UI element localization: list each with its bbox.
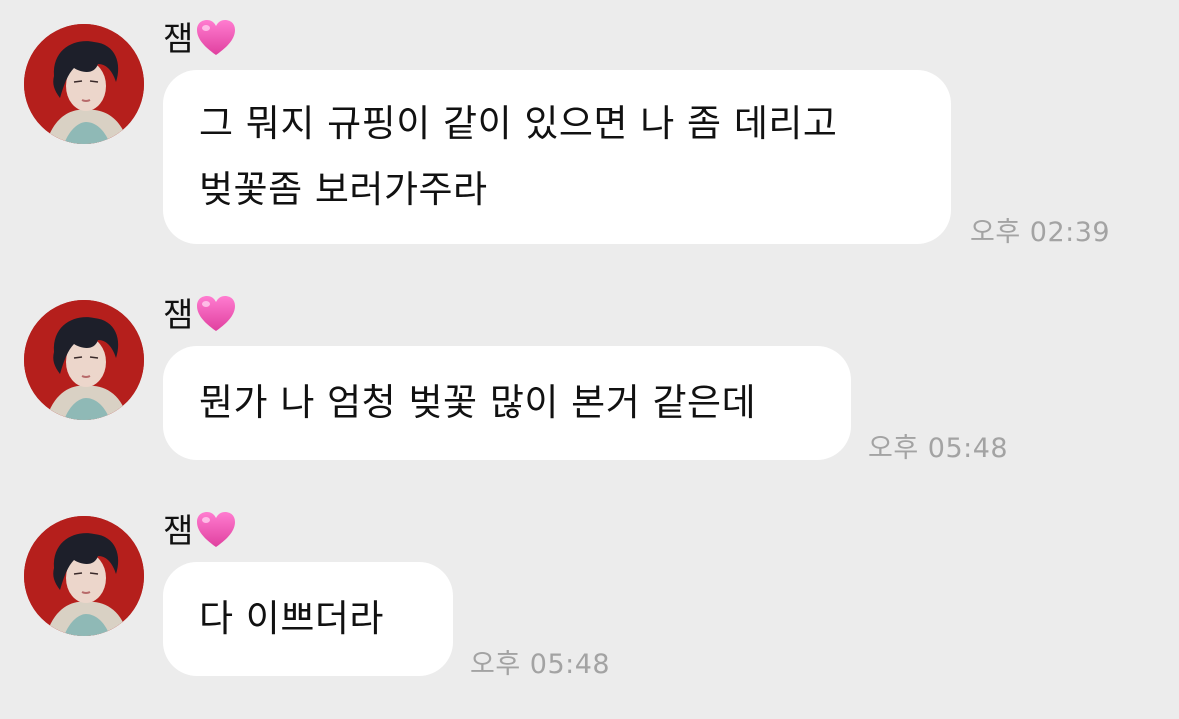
sender-avatar[interactable] [24,24,144,144]
sender-name: 잼 [163,18,194,58]
pink-heart-icon [195,18,237,58]
sender-name: 잼 [163,294,194,334]
message-bubble[interactable]: 뭔가 나 엄청 벚꽃 많이 본거 같은데 [163,346,851,460]
avatar-image [24,516,144,636]
message-line: 뭔가 나 엄청 벚꽃 많이 본거 같은데 [199,381,757,424]
sender-avatar[interactable] [24,300,144,420]
avatar-image [24,24,144,144]
message-line: 그 뭐지 규핑이 같이 있으면 나 좀 데리고 [199,102,838,145]
message-line: 벚꽃좀 보러가주라 [199,168,488,211]
message-bubble[interactable]: 다 이쁘더라 [163,562,453,676]
pink-heart-icon [195,510,237,550]
sender-name: 잼 [163,510,194,550]
pink-heart-icon [195,294,237,334]
message-text: 그 뭐지 규핑이 같이 있으면 나 좀 데리고 벚꽃좀 보러가주라 [199,91,837,223]
sender-avatar[interactable] [24,516,144,636]
avatar-image [24,300,144,420]
sender-name-row: 잼 [163,16,237,60]
message-timestamp: 오후 05:48 [868,433,1009,464]
message-timestamp: 오후 05:48 [470,649,611,680]
sender-name-row: 잼 [163,508,237,552]
message-bubble[interactable]: 그 뭐지 규핑이 같이 있으면 나 좀 데리고 벚꽃좀 보러가주라 [163,70,951,244]
chat-message-list: 잼 그 뭐지 규핑이 같이 있으면 나 좀 데리고 벚꽃좀 보러가주라 오후 0… [0,0,1179,719]
message-line: 다 이쁘더라 [199,597,384,640]
message-timestamp: 오후 02:39 [970,217,1111,248]
message-text: 뭔가 나 엄청 벚꽃 많이 본거 같은데 [199,370,756,436]
sender-name-row: 잼 [163,292,237,336]
message-text: 다 이쁘더라 [199,586,384,652]
